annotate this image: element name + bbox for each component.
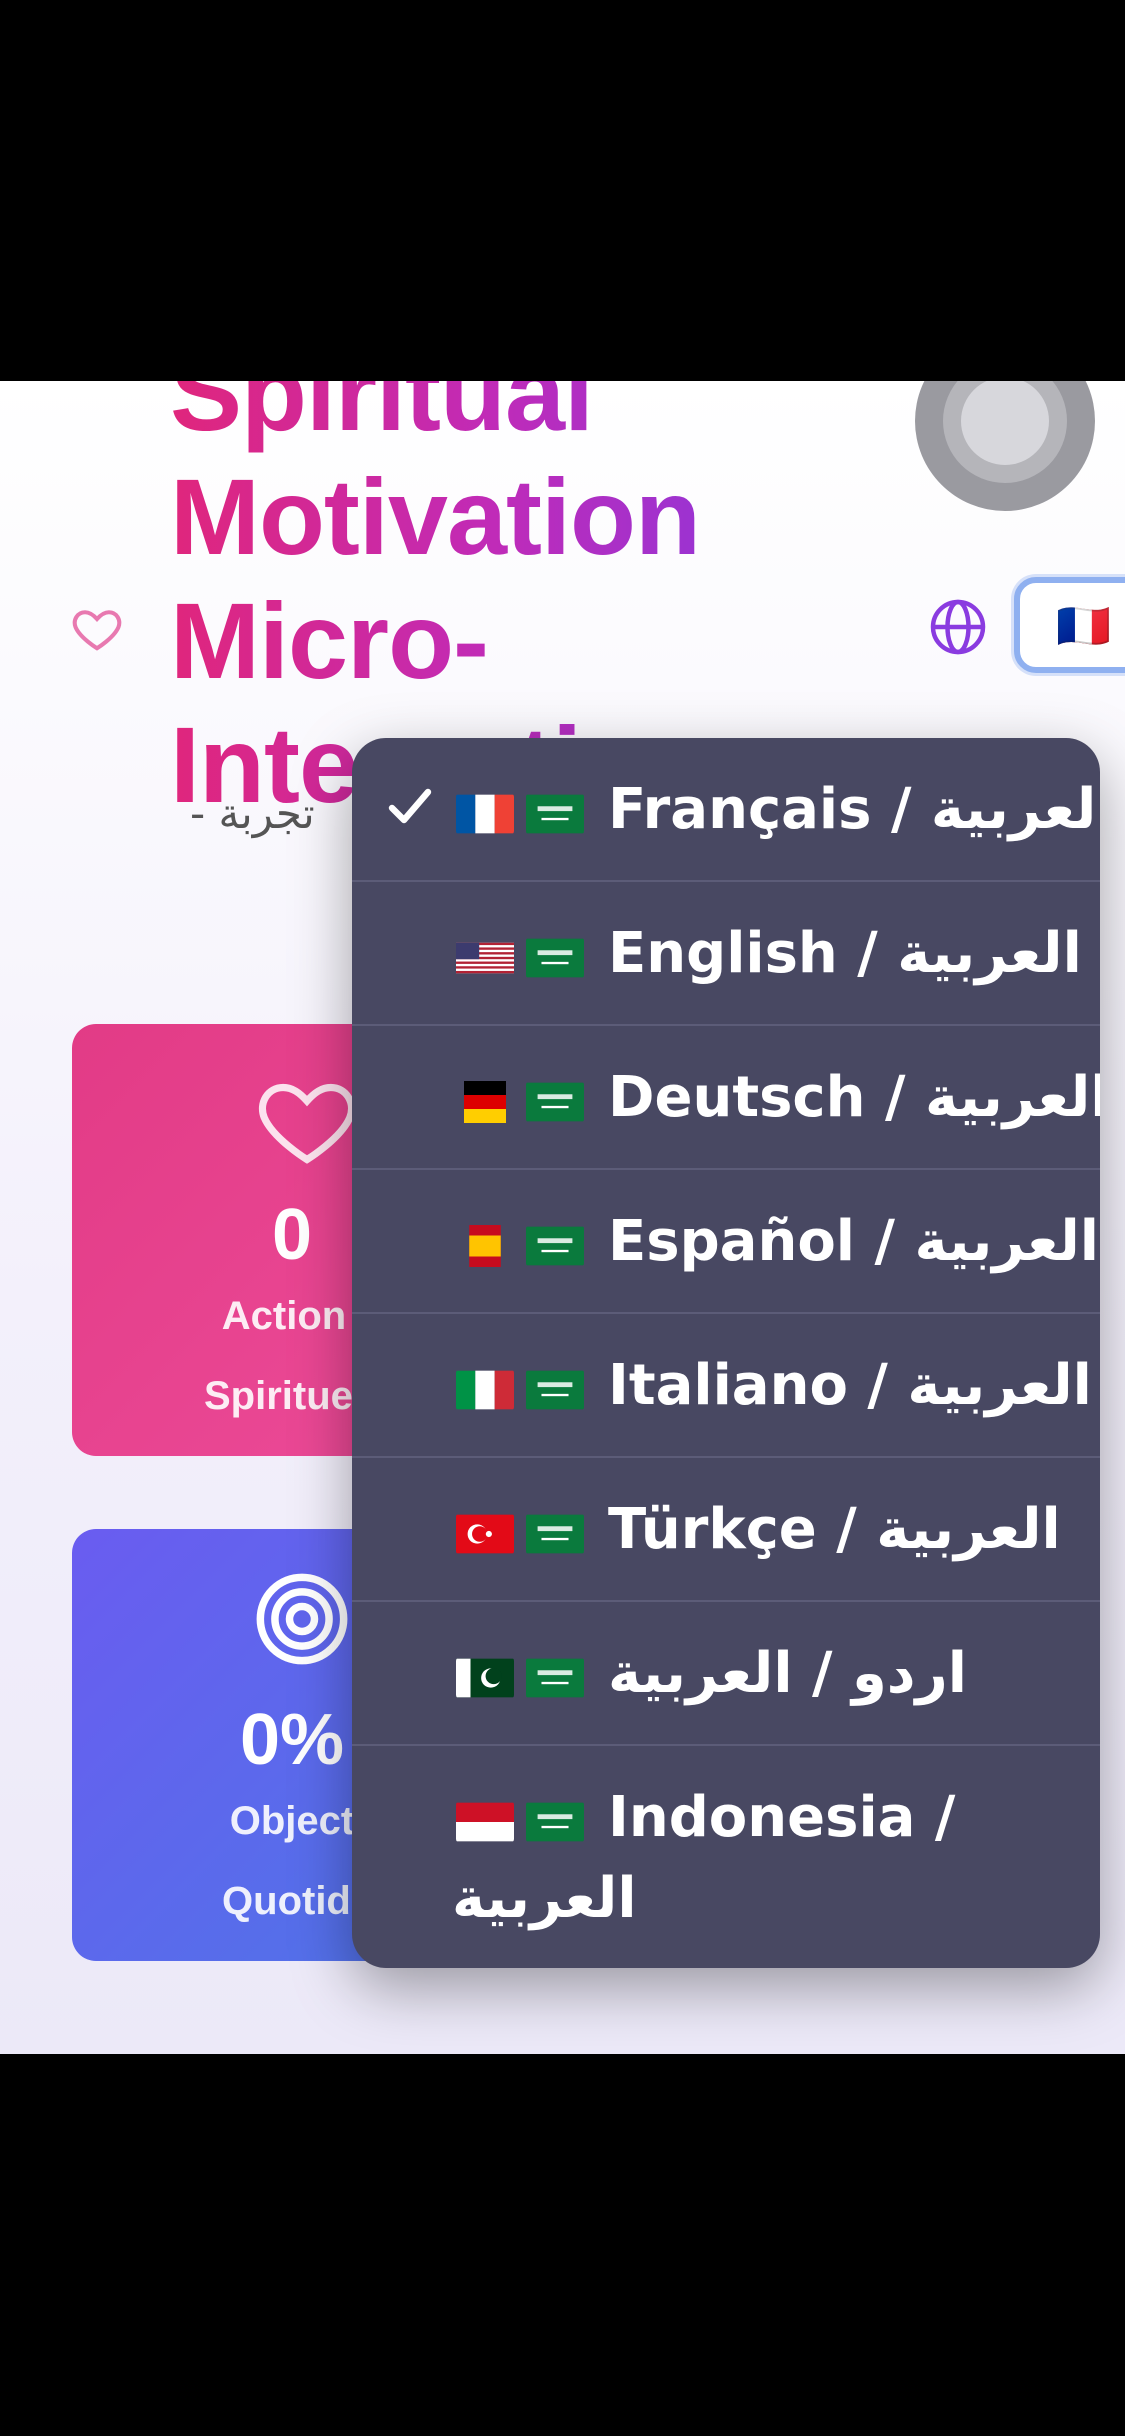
page-subtitle: تجربة - bbox=[190, 789, 315, 838]
france-flag-icon bbox=[456, 794, 514, 834]
selected-language-flag: 🇫🇷 bbox=[1056, 602, 1111, 651]
turkey-flag-icon bbox=[456, 1514, 514, 1554]
language-option-label: Türkçe / العربية bbox=[608, 1497, 1061, 1562]
floating-toggle-icon[interactable] bbox=[915, 381, 1095, 531]
saudi-flag-icon bbox=[526, 1226, 584, 1266]
favorite-heart-icon[interactable] bbox=[70, 601, 124, 655]
italy-flag-icon bbox=[456, 1370, 514, 1410]
spain-flag-icon bbox=[469, 1224, 501, 1267]
saudi-flag-icon bbox=[526, 1082, 584, 1122]
saudi-flag-icon bbox=[526, 938, 584, 978]
globe-icon[interactable] bbox=[928, 597, 988, 657]
flag-pair bbox=[456, 1646, 596, 1702]
language-option-label-line2: العربية bbox=[452, 1866, 637, 1931]
indonesia-flag-icon bbox=[456, 1802, 514, 1842]
pakistan-flag-icon bbox=[456, 1658, 514, 1698]
saudi-flag-icon bbox=[526, 1658, 584, 1698]
language-option-label: اردو / العربية bbox=[608, 1641, 967, 1706]
flag-pair bbox=[456, 1070, 596, 1126]
germany-flag-icon bbox=[464, 1080, 506, 1123]
language-option-tr[interactable]: Türkçe / العربية bbox=[352, 1458, 1100, 1602]
target-icon bbox=[256, 1573, 348, 1665]
flag-pair bbox=[456, 1502, 596, 1558]
language-option-fr[interactable]: Français / العربية bbox=[352, 738, 1100, 882]
language-option-de[interactable]: Deutsch / العربية bbox=[352, 1026, 1100, 1170]
language-option-label: Indonesia / bbox=[608, 1785, 956, 1850]
flag-pair bbox=[456, 1358, 596, 1414]
language-option-id[interactable]: Indonesia / العربية bbox=[352, 1746, 1100, 1968]
flag-pair bbox=[456, 782, 596, 838]
language-option-label: English / العربية bbox=[608, 921, 1082, 986]
saudi-flag-icon bbox=[526, 1514, 584, 1554]
saudi-flag-icon bbox=[526, 794, 584, 834]
language-option-label: Español / العربية bbox=[608, 1209, 1099, 1274]
language-option-label: Italiano / العربية bbox=[608, 1353, 1092, 1418]
language-option-es[interactable]: Español / العربية bbox=[352, 1170, 1100, 1314]
usa-flag-icon bbox=[456, 942, 514, 974]
flag-pair bbox=[456, 926, 596, 982]
flag-pair bbox=[456, 1790, 596, 1846]
language-option-en[interactable]: English / العربية bbox=[352, 882, 1100, 1026]
language-selector-button[interactable]: 🇫🇷 bbox=[1014, 577, 1125, 673]
language-dropdown-menu: Français / العربية English / العربية Deu… bbox=[352, 738, 1100, 1968]
language-option-label: Français / العربية bbox=[608, 777, 1100, 842]
heart-icon bbox=[258, 1083, 356, 1164]
language-option-ur[interactable]: اردو / العربية bbox=[352, 1602, 1100, 1746]
language-option-it[interactable]: Italiano / العربية bbox=[352, 1314, 1100, 1458]
language-option-label: Deutsch / العربية bbox=[608, 1065, 1100, 1130]
flag-pair bbox=[456, 1214, 596, 1270]
saudi-flag-icon bbox=[526, 1370, 584, 1410]
checkmark-icon bbox=[388, 788, 432, 824]
saudi-flag-icon bbox=[526, 1802, 584, 1842]
